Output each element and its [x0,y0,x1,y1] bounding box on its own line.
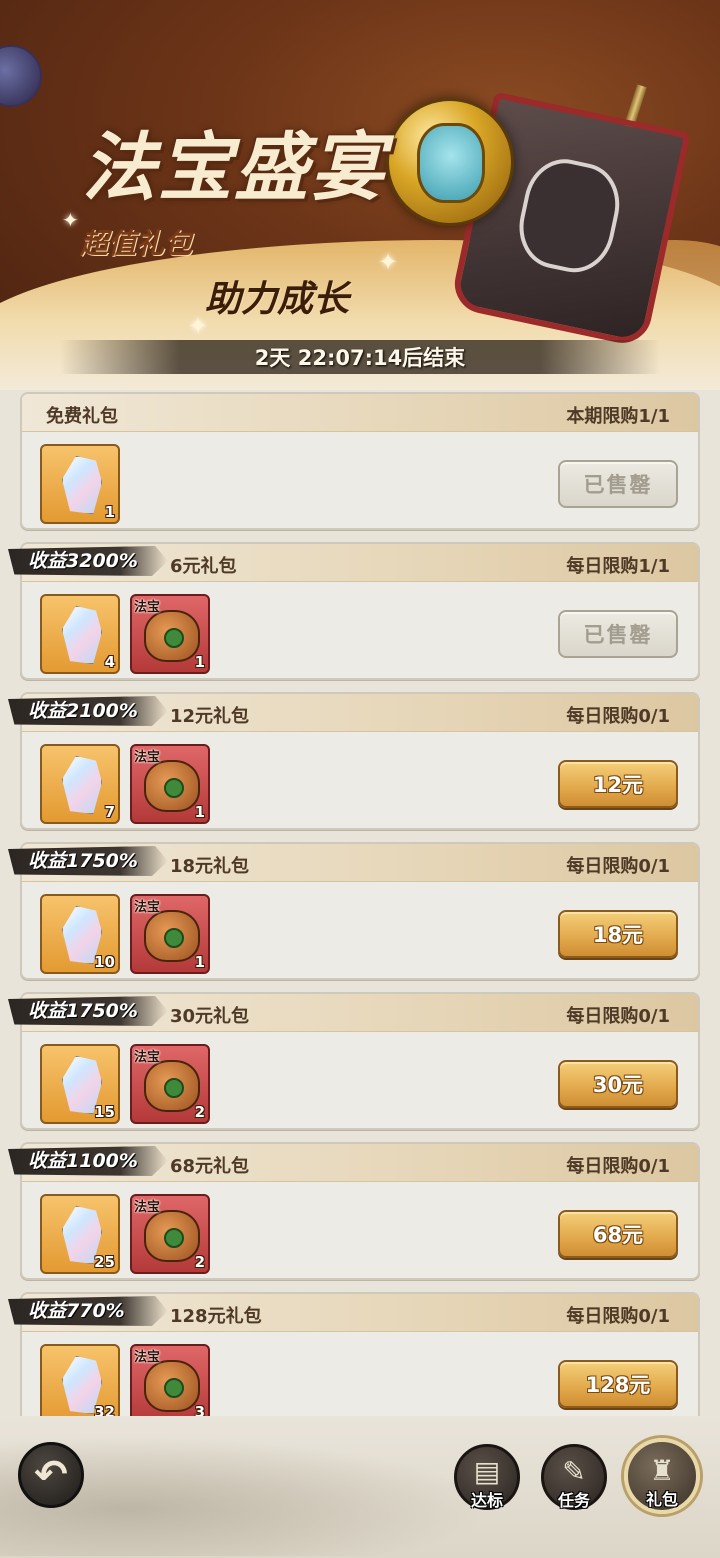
item-slot-gem[interactable]: 32 [40,1344,120,1424]
yield-badge: 收益1100% [8,1146,168,1176]
item-slot-treasure-bag[interactable]: 法宝 3 [130,1344,210,1424]
nav-task-button[interactable]: ✎ 任务 [541,1444,607,1510]
package-name: 6元礼包 [170,556,237,577]
golden-orb-icon [386,98,514,226]
sold-out-button[interactable]: 已售罄 [558,460,678,508]
buy-button[interactable]: 128元 [558,1360,678,1408]
package-card-6: 收益3200% 6元礼包 每日限购1/1 4 法宝 1 已售罄 [8,542,700,680]
sparkle-icon: ✦ [62,208,79,232]
package-card-12: 收益2100% 12元礼包 每日限购0/1 7 法宝 1 12元 [8,692,700,830]
scroll-icon: ▤ [473,1455,501,1488]
nav-label: 任务 [557,1491,590,1510]
buy-button[interactable]: 30元 [558,1060,678,1108]
nav-achievement-button[interactable]: ▤ 达标 [454,1444,520,1510]
purchase-limit: 每日限购0/1 [566,1306,670,1327]
event-subtitle-value: 超值礼包 [80,227,193,260]
item-count: 1 [104,503,115,521]
item-count: 25 [94,1253,115,1271]
item-slot-gem[interactable]: 25 [40,1194,120,1274]
yield-badge: 收益1750% [8,996,168,1026]
package-card-30: 收益1750% 30元礼包 每日限购0/1 15 法宝 2 30元 [8,992,700,1130]
crystal-icon [62,756,102,814]
treasure-bag-icon [144,610,200,662]
item-slot-treasure-bag[interactable]: 法宝 2 [130,1044,210,1124]
task-scroll-icon: ✎ [562,1455,586,1488]
item-count: 2 [194,1103,205,1121]
buy-button[interactable]: 12元 [558,760,678,808]
item-tag: 法宝 [134,900,161,915]
item-count: 1 [194,803,205,821]
item-slot-gem[interactable]: 7 [40,744,120,824]
item-slot-gem[interactable]: 4 [40,594,120,674]
treasure-bag-icon [144,1360,200,1412]
orb-gem [417,123,485,203]
item-count: 15 [94,1103,115,1121]
back-arrow-icon: ↶ [34,1452,68,1498]
item-slot-treasure-bag[interactable]: 法宝 2 [130,1194,210,1274]
item-tag: 法宝 [134,600,161,615]
package-name: 18元礼包 [170,856,250,877]
event-title: 法宝盛宴 [82,125,386,211]
yield-badge: 收益3200% [8,546,168,576]
banner-emblem [511,152,628,280]
item-tag: 法宝 [134,750,161,765]
item-count: 1 [194,953,205,971]
purchase-limit: 每日限购0/1 [566,1156,670,1177]
gift-bag-icon: ♜ [649,1454,675,1487]
item-tag: 法宝 [134,1050,161,1065]
treasure-bag-icon [144,1210,200,1262]
event-banner: 法宝盛宴 ✦ 超值礼包 ✦ 助力成长 ✦ 2天 22:07:14后结束 [0,0,720,390]
corner-orb-icon [0,45,42,107]
countdown-timer: 2天 22:07:14后结束 [60,340,660,374]
back-button[interactable]: ↶ [18,1442,84,1508]
sparkle-icon: ✦ [378,248,399,276]
sold-out-button[interactable]: 已售罄 [558,610,678,658]
item-tag: 法宝 [134,1200,161,1215]
item-slot-gem[interactable]: 10 [40,894,120,974]
yield-badge: 收益1750% [8,846,168,876]
package-list: 免费礼包 本期限购1/1 1 已售罄 收益3200% 6元礼包 每日限购1/1 … [8,392,700,1442]
item-count: 7 [104,803,115,821]
item-slot-treasure-bag[interactable]: 法宝 1 [130,894,210,974]
nav-label: 达标 [470,1491,503,1510]
package-name: 128元礼包 [170,1306,262,1327]
treasure-bag-icon [144,1060,200,1112]
bottom-nav-bar: ↶ ▤ 达标 ✎ 任务 ♜ 礼包 [0,1416,720,1558]
package-name: 68元礼包 [170,1156,250,1177]
yield-badge: 收益770% [8,1296,168,1326]
treasure-bag-icon [144,910,200,962]
event-subtitle-growth: 助力成长 [205,278,350,320]
item-slot-gem[interactable]: 1 [40,444,120,524]
item-slot-treasure-bag[interactable]: 法宝 1 [130,594,210,674]
purchase-limit: 每日限购0/1 [566,706,670,727]
treasure-bag-icon [144,760,200,812]
yield-badge: 收益2100% [8,696,168,726]
package-card-free: 免费礼包 本期限购1/1 1 已售罄 [20,392,700,530]
nav-gift-button[interactable]: ♜ 礼包 [624,1438,700,1514]
package-card-128: 收益770% 128元礼包 每日限购0/1 32 法宝 3 128元 [8,1292,700,1430]
crystal-icon [62,456,102,514]
item-count: 10 [94,953,115,971]
purchase-limit: 每日限购1/1 [566,556,670,577]
item-count: 4 [104,653,115,671]
package-name: 30元礼包 [170,1006,250,1027]
item-count: 2 [194,1253,205,1271]
package-name: 12元礼包 [170,706,250,727]
buy-button[interactable]: 68元 [558,1210,678,1258]
purchase-limit: 每日限购0/1 [566,1006,670,1027]
crystal-icon [62,606,102,664]
countdown-text: 2天 22:07:14后结束 [254,346,466,370]
sparkle-icon: ✦ [188,312,209,340]
item-slot-gem[interactable]: 15 [40,1044,120,1124]
buy-button[interactable]: 18元 [558,910,678,958]
package-card-18: 收益1750% 18元礼包 每日限购0/1 10 法宝 1 18元 [8,842,700,980]
purchase-limit: 每日限购0/1 [566,856,670,877]
purchase-limit: 本期限购1/1 [566,406,670,427]
nav-label: 礼包 [645,1490,678,1509]
package-card-68: 收益1100% 68元礼包 每日限购0/1 25 法宝 2 68元 [8,1142,700,1280]
item-count: 1 [194,653,205,671]
item-tag: 法宝 [134,1350,161,1365]
item-slot-treasure-bag[interactable]: 法宝 1 [130,744,210,824]
package-name: 免费礼包 [46,406,118,427]
